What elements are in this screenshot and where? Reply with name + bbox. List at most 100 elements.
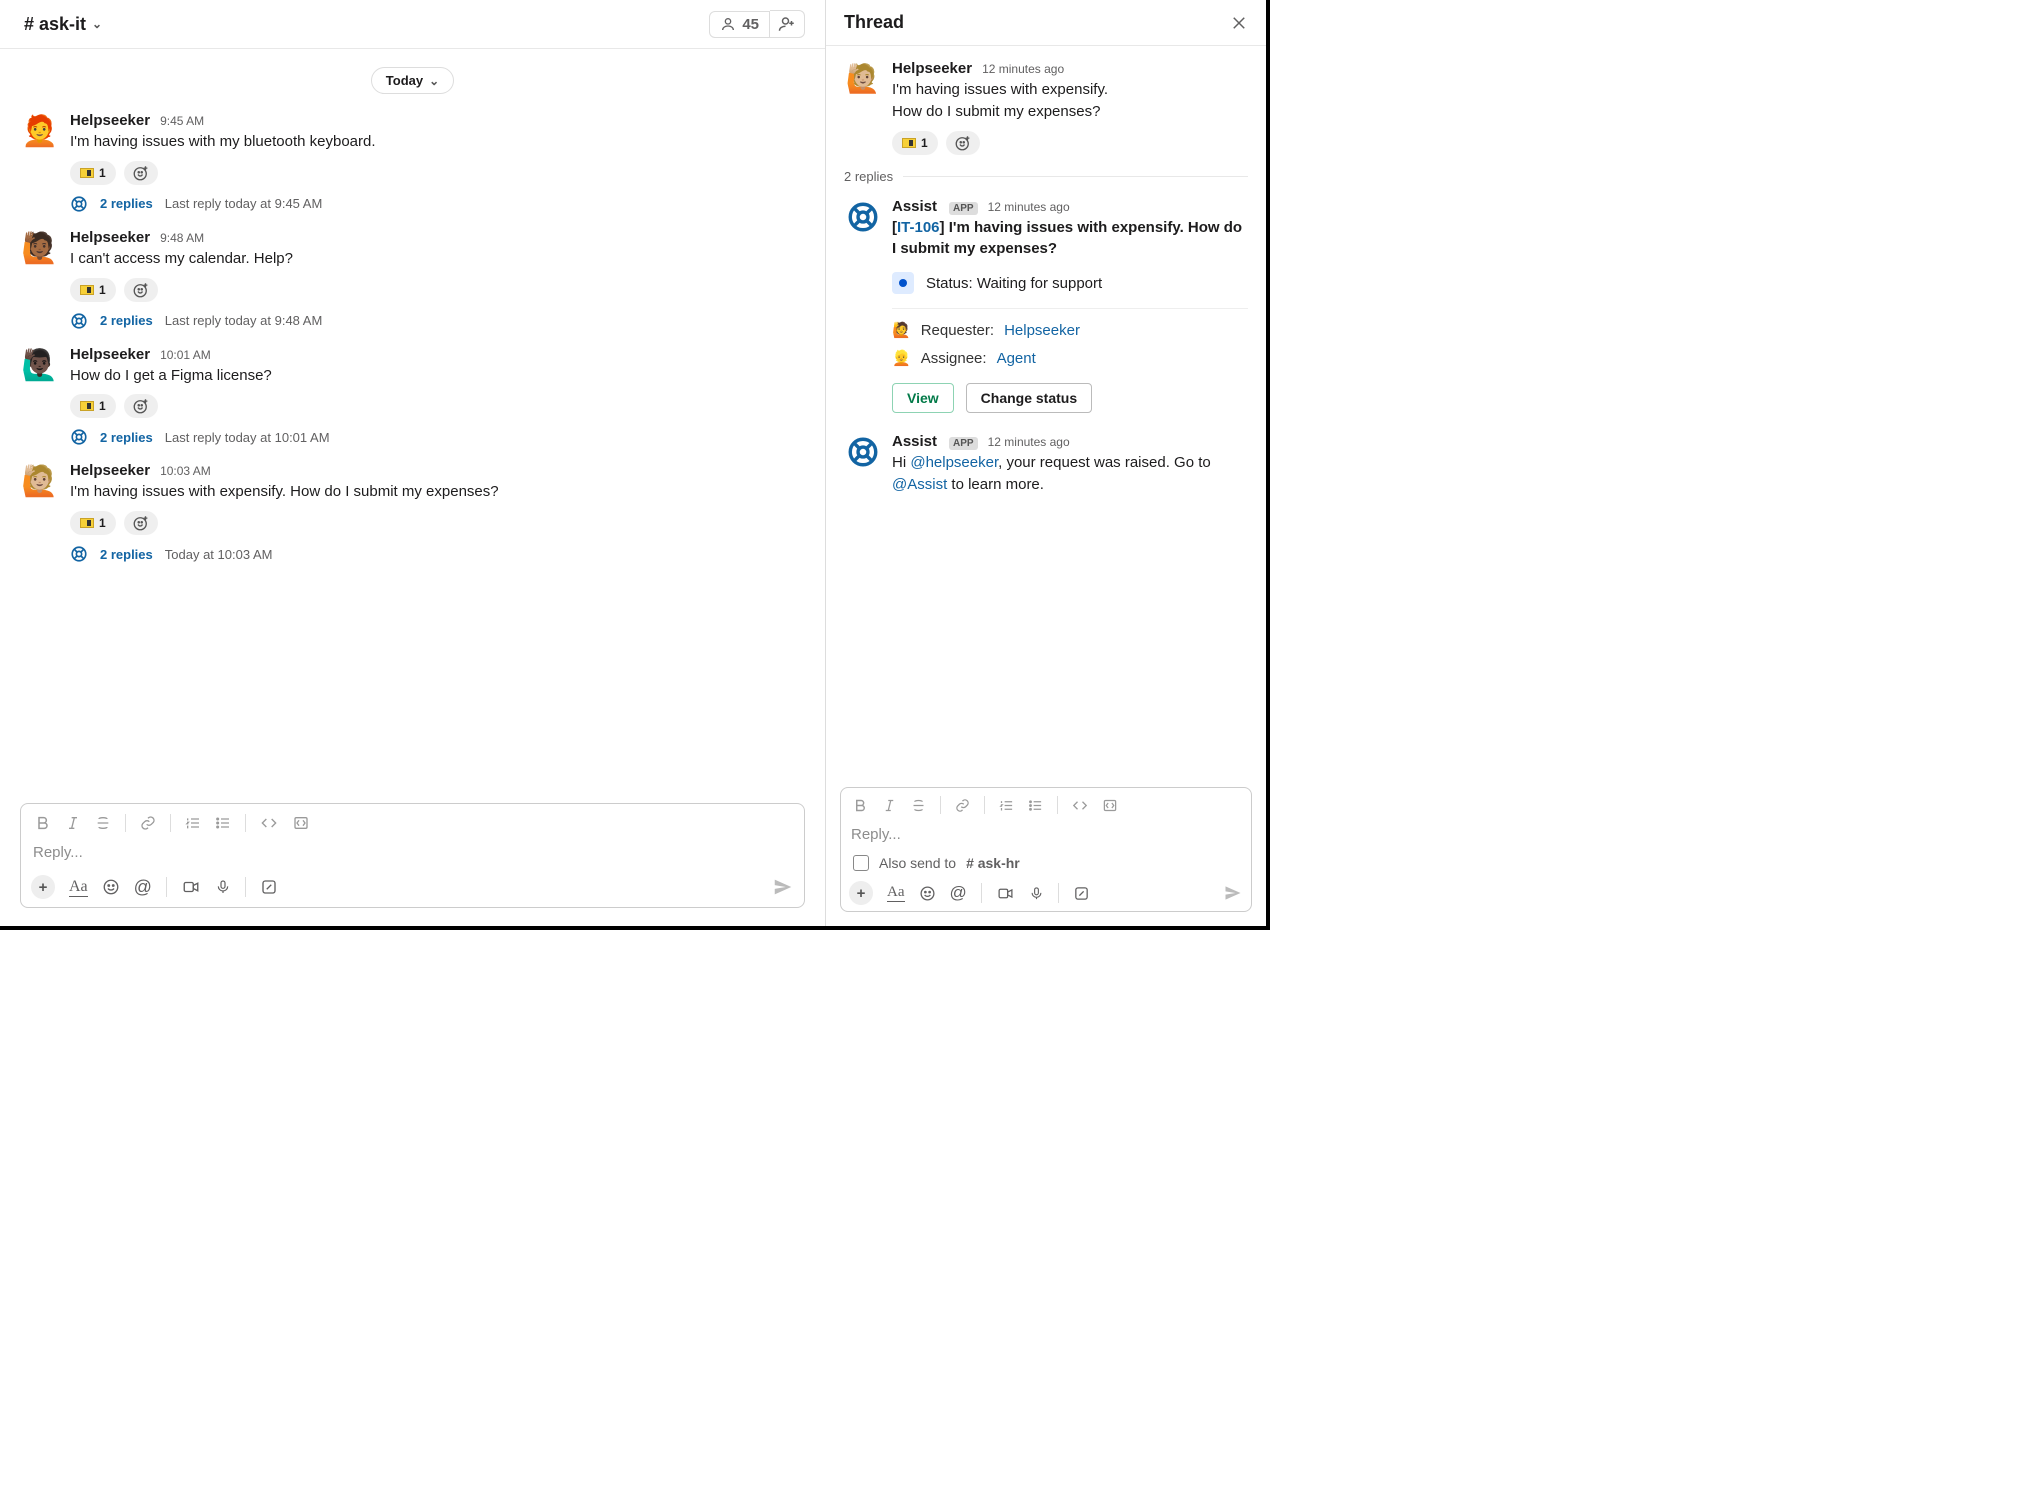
lifebuoy-icon xyxy=(70,195,88,213)
channel-name: # ask-it xyxy=(24,14,86,35)
thread-composer-input[interactable]: Reply... xyxy=(849,822,1243,853)
shortcut-icon[interactable] xyxy=(1073,885,1090,902)
timestamp[interactable]: 12 minutes ago xyxy=(982,62,1064,76)
avatar[interactable]: 🙋🏼 xyxy=(20,462,60,502)
reaction-ticket[interactable]: 1 xyxy=(892,131,938,155)
avatar[interactable]: 🙋🏼 xyxy=(844,60,882,98)
assist-avatar[interactable] xyxy=(844,198,882,236)
separator xyxy=(1057,796,1058,814)
emoji-icon[interactable] xyxy=(102,878,120,896)
reply-meta: Last reply today at 10:01 AM xyxy=(165,430,330,445)
ticket-id[interactable]: IT-106 xyxy=(897,219,940,236)
author[interactable]: Helpseeker xyxy=(70,229,150,246)
strike-icon[interactable] xyxy=(911,798,926,813)
replies-link[interactable]: 2 replies xyxy=(100,547,153,562)
date-chip[interactable]: Today ⌄ xyxy=(371,67,454,94)
author[interactable]: Assist xyxy=(892,433,937,450)
composer[interactable]: Reply... + Aa @ xyxy=(20,803,805,908)
mention-icon[interactable]: @ xyxy=(950,883,967,903)
channel-title[interactable]: # ask-it ⌄ xyxy=(24,14,102,35)
author[interactable]: Helpseeker xyxy=(70,112,150,129)
add-member-button[interactable] xyxy=(770,10,805,38)
thread-reply: Assist APP 12 minutes ago [IT-106] I'm h… xyxy=(844,198,1248,420)
assist-avatar[interactable] xyxy=(844,433,882,471)
author[interactable]: Assist xyxy=(892,198,937,215)
avatar[interactable]: 🙋🏿‍♂️ xyxy=(20,346,60,386)
timestamp[interactable]: 12 minutes ago xyxy=(988,435,1070,449)
timestamp[interactable]: 9:45 AM xyxy=(160,114,204,128)
code-block-icon[interactable] xyxy=(1102,798,1118,813)
composer-input[interactable]: Reply... xyxy=(31,840,794,871)
author[interactable]: Helpseeker xyxy=(70,346,150,363)
ticket-icon xyxy=(80,518,94,528)
strike-icon[interactable] xyxy=(95,815,111,831)
add-reaction-button[interactable] xyxy=(124,511,158,535)
thread-composer[interactable]: Reply... Also send to # ask-hr + Aa @ xyxy=(840,787,1252,912)
avatar[interactable]: 🧑‍🦰 xyxy=(20,112,60,152)
reaction-ticket[interactable]: 1 xyxy=(70,394,116,418)
mention[interactable]: @helpseeker xyxy=(910,454,998,471)
also-send-checkbox[interactable] xyxy=(853,855,869,871)
ordered-list-icon[interactable] xyxy=(185,815,201,831)
format-toggle-icon[interactable]: Aa xyxy=(69,878,88,897)
also-send-channel: # ask-hr xyxy=(966,855,1020,871)
view-button[interactable]: View xyxy=(892,383,954,413)
link-icon[interactable] xyxy=(955,798,970,813)
bold-icon[interactable] xyxy=(35,815,51,831)
person-icon xyxy=(720,16,736,32)
reaction-ticket[interactable]: 1 xyxy=(70,511,116,535)
attach-button[interactable]: + xyxy=(31,875,55,899)
mention-icon[interactable]: @ xyxy=(134,877,152,898)
requester-link[interactable]: Helpseeker xyxy=(1004,322,1080,339)
italic-icon[interactable] xyxy=(882,798,897,813)
code-icon[interactable] xyxy=(260,815,278,831)
author[interactable]: Helpseeker xyxy=(892,60,972,77)
assignee-link[interactable]: Agent xyxy=(997,350,1036,367)
status-row: Status: Waiting for support xyxy=(892,272,1248,309)
mic-icon[interactable] xyxy=(1029,885,1044,902)
replies-link[interactable]: 2 replies xyxy=(100,430,153,445)
ticket-icon xyxy=(902,138,916,148)
reaction-ticket[interactable]: 1 xyxy=(70,278,116,302)
close-icon xyxy=(1230,14,1248,32)
bold-icon[interactable] xyxy=(853,798,868,813)
members-button[interactable]: 45 xyxy=(709,11,770,38)
smile-plus-icon xyxy=(132,397,150,415)
video-icon[interactable] xyxy=(996,885,1015,902)
timestamp[interactable]: 10:03 AM xyxy=(160,464,211,478)
attach-button[interactable]: + xyxy=(849,881,873,905)
bullet-list-icon[interactable] xyxy=(1028,798,1043,813)
bullet-list-icon[interactable] xyxy=(215,815,231,831)
mention[interactable]: @Assist xyxy=(892,476,947,493)
author[interactable]: Helpseeker xyxy=(70,462,150,479)
thread-header: Thread xyxy=(826,0,1266,46)
shortcut-icon[interactable] xyxy=(260,878,278,896)
format-toggle-icon[interactable]: Aa xyxy=(887,884,905,902)
close-button[interactable] xyxy=(1230,14,1248,32)
add-reaction-button[interactable] xyxy=(124,161,158,185)
timestamp[interactable]: 9:48 AM xyxy=(160,231,204,245)
code-icon[interactable] xyxy=(1072,798,1088,813)
send-button[interactable] xyxy=(1223,883,1243,903)
add-reaction-button[interactable] xyxy=(124,278,158,302)
timestamp[interactable]: 10:01 AM xyxy=(160,348,211,362)
replies-link[interactable]: 2 replies xyxy=(100,196,153,211)
italic-icon[interactable] xyxy=(65,815,81,831)
add-reaction-button[interactable] xyxy=(124,394,158,418)
timestamp[interactable]: 12 minutes ago xyxy=(988,200,1070,214)
send-button[interactable] xyxy=(772,876,794,898)
message: 🙋🏾 Helpseeker 9:48 AM I can't access my … xyxy=(20,219,805,336)
mic-icon[interactable] xyxy=(215,878,231,896)
avatar[interactable]: 🙋🏾 xyxy=(20,229,60,269)
video-icon[interactable] xyxy=(181,878,201,896)
change-status-button[interactable]: Change status xyxy=(966,383,1092,413)
code-block-icon[interactable] xyxy=(292,815,310,831)
ordered-list-icon[interactable] xyxy=(999,798,1014,813)
emoji-icon[interactable] xyxy=(919,885,936,902)
separator xyxy=(125,814,126,832)
reaction-ticket[interactable]: 1 xyxy=(70,161,116,185)
also-send-label: Also send to xyxy=(879,855,956,871)
add-reaction-button[interactable] xyxy=(946,131,980,155)
replies-link[interactable]: 2 replies xyxy=(100,313,153,328)
link-icon[interactable] xyxy=(140,815,156,831)
